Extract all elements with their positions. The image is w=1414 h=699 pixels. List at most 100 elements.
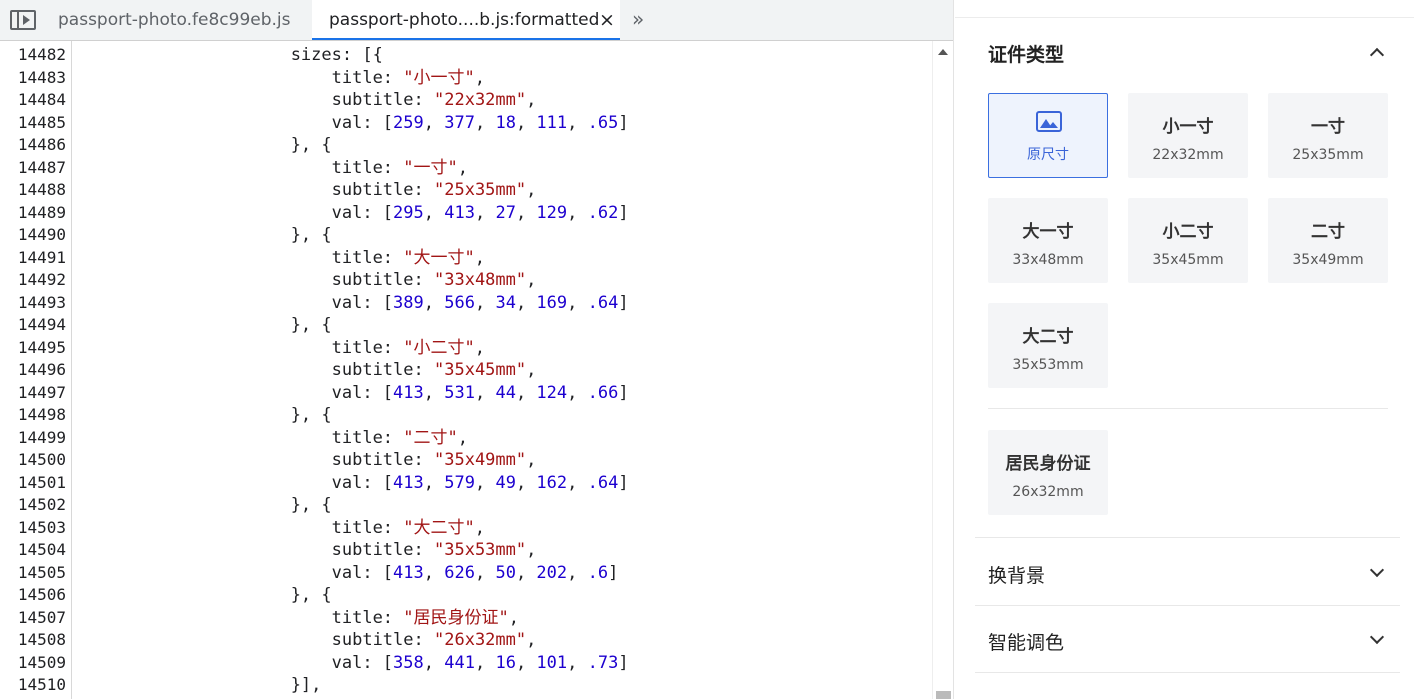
chevron-down-icon[interactable]	[1369, 629, 1385, 645]
section-title-doc-type[interactable]: 证件类型	[988, 40, 1064, 67]
code-line: 14496 subtitle: "35x45mm",	[0, 359, 932, 382]
code-line: 14501 val: [413, 579, 49, 162, .64]	[0, 472, 932, 495]
code-line: 14497 val: [413, 531, 44, 124, .66]	[0, 382, 932, 405]
size-card-title: 居民身份证	[1005, 454, 1091, 474]
size-card[interactable]: 大二寸 35x53mm	[988, 303, 1108, 388]
section-title-background[interactable]: 换背景	[988, 561, 1045, 588]
code-text: }, {	[86, 225, 332, 245]
code-line: 14483 title: "小一寸",	[0, 67, 932, 90]
code-line: 14493 val: [389, 566, 34, 169, .64]	[0, 292, 932, 315]
code-text: title: "小二寸",	[86, 337, 486, 358]
line-number: 14508	[17, 630, 66, 649]
code-text: val: [358, 441, 16, 101, .73]	[86, 652, 629, 673]
code-lines: 14482 sizes: [{14483 title: "小一寸", 14484 …	[0, 44, 932, 697]
code-line: 14510 }],	[0, 674, 932, 697]
size-card[interactable]: 二寸 35x49mm	[1268, 198, 1388, 283]
editor-scrollbar[interactable]	[932, 41, 953, 699]
code-line: 14507 title: "居民身份证",	[0, 607, 932, 630]
line-number: 14483	[17, 67, 66, 87]
code-line: 14492 subtitle: "33x48mm",	[0, 269, 932, 292]
code-line: 14495 title: "小二寸",	[0, 337, 932, 360]
code-line: 14489 val: [295, 413, 27, 129, .62]	[0, 202, 932, 225]
size-card-subtitle: 35x45mm	[1152, 252, 1224, 268]
code-line: 14503 title: "大二寸",	[0, 517, 932, 540]
size-card[interactable]: 小一寸 22x32mm	[1128, 93, 1248, 178]
scroll-thumb[interactable]	[936, 691, 951, 699]
divider	[988, 408, 1388, 409]
toggle-navigator-icon[interactable]	[10, 10, 36, 30]
code-line: 14484 subtitle: "22x32mm",	[0, 89, 932, 112]
tab-passport-photo-js[interactable]: passport-photo.fe8c99eb.js	[58, 0, 291, 40]
line-number: 14486	[17, 135, 66, 154]
code-text: subtitle: "33x48mm",	[86, 270, 537, 290]
size-card-title: 一寸	[1311, 117, 1345, 137]
code-viewer[interactable]: 14482 sizes: [{14483 title: "小一寸", 14484 …	[0, 41, 932, 699]
size-card-id-card[interactable]: 居民身份证 26x32mm	[988, 430, 1108, 515]
code-text: sizes: [{	[86, 45, 383, 65]
code-text: title: "大二寸",	[86, 517, 486, 538]
line-number: 14492	[17, 270, 66, 289]
line-number: 14502	[17, 495, 66, 514]
line-number: 14510	[17, 675, 66, 694]
code-line: 14498 }, {	[0, 404, 932, 427]
size-card-subtitle: 35x53mm	[1012, 357, 1084, 373]
code-line: 14488 subtitle: "25x35mm",	[0, 179, 932, 202]
code-text: val: [413, 579, 49, 162, .64]	[86, 472, 629, 493]
code-text: }, {	[86, 495, 332, 515]
code-text: val: [413, 531, 44, 124, .66]	[86, 382, 629, 403]
settings-panel: 证件类型 原尺寸 小一寸 22x32mm 一寸 25x35mm 大一寸 33x4…	[955, 0, 1414, 699]
close-icon[interactable]: ×	[599, 0, 615, 40]
line-number: 14493	[17, 292, 66, 312]
line-number: 14487	[17, 157, 66, 177]
line-number: 14494	[17, 315, 66, 334]
scroll-up-icon[interactable]	[938, 49, 948, 55]
code-line: 14490 }, {	[0, 224, 932, 247]
tab-label: passport-photo....b.js:formatted	[329, 10, 600, 30]
tab-passport-photo-formatted[interactable]: passport-photo....b.js:formatted ×	[312, 0, 620, 40]
code-line: 14486 }, {	[0, 134, 932, 157]
code-text: subtitle: "35x45mm",	[86, 360, 537, 380]
code-text: }, {	[86, 405, 332, 425]
image-icon	[1036, 111, 1062, 132]
line-number: 14482	[17, 45, 66, 64]
size-card-title: 二寸	[1311, 222, 1345, 242]
line-number: 14509	[17, 652, 66, 672]
line-number: 14495	[17, 337, 66, 357]
code-text: val: [295, 413, 27, 129, .62]	[86, 202, 629, 223]
line-number: 14498	[17, 405, 66, 424]
code-line: 14487 title: "一寸",	[0, 157, 932, 180]
code-line: 14491 title: "大一寸",	[0, 247, 932, 270]
code-text: subtitle: "26x32mm",	[86, 630, 537, 650]
line-number: 14485	[17, 112, 66, 132]
section-title-color-adjust[interactable]: 智能调色	[988, 628, 1064, 655]
size-card-subtitle: 22x32mm	[1152, 147, 1224, 163]
code-text: subtitle: "35x49mm",	[86, 450, 537, 470]
line-number: 14490	[17, 225, 66, 244]
size-card[interactable]: 小二寸 35x45mm	[1128, 198, 1248, 283]
code-line: 14505 val: [413, 626, 50, 202, .6]	[0, 562, 932, 585]
size-card[interactable]: 一寸 25x35mm	[1268, 93, 1388, 178]
size-card-original[interactable]: 原尺寸	[988, 93, 1108, 178]
line-number: 14488	[17, 180, 66, 199]
code-text: subtitle: "25x35mm",	[86, 180, 537, 200]
size-card-title: 大二寸	[1022, 327, 1074, 347]
code-line: 14499 title: "二寸",	[0, 427, 932, 450]
code-text: val: [389, 566, 34, 169, .64]	[86, 292, 629, 313]
size-card-subtitle: 33x48mm	[1012, 252, 1084, 268]
chevron-down-icon[interactable]	[1369, 562, 1385, 578]
size-card[interactable]: 大一寸 33x48mm	[988, 198, 1108, 283]
size-card-subtitle: 26x32mm	[1012, 484, 1084, 500]
code-text: title: "小一寸",	[86, 67, 486, 88]
chevron-up-icon[interactable]	[1369, 47, 1385, 63]
more-tabs-icon[interactable]: »	[632, 0, 644, 40]
code-text: val: [413, 626, 50, 202, .6]	[86, 562, 619, 583]
code-text: }, {	[86, 315, 332, 335]
line-number: 14506	[17, 585, 66, 604]
size-card-title: 小一寸	[1162, 117, 1214, 137]
code-line: 14502 }, {	[0, 494, 932, 517]
code-line: 14504 subtitle: "35x53mm",	[0, 539, 932, 562]
line-number: 14496	[17, 360, 66, 379]
line-number: 14505	[17, 562, 66, 582]
divider	[975, 537, 1400, 538]
code-text: title: "大一寸",	[86, 247, 486, 268]
